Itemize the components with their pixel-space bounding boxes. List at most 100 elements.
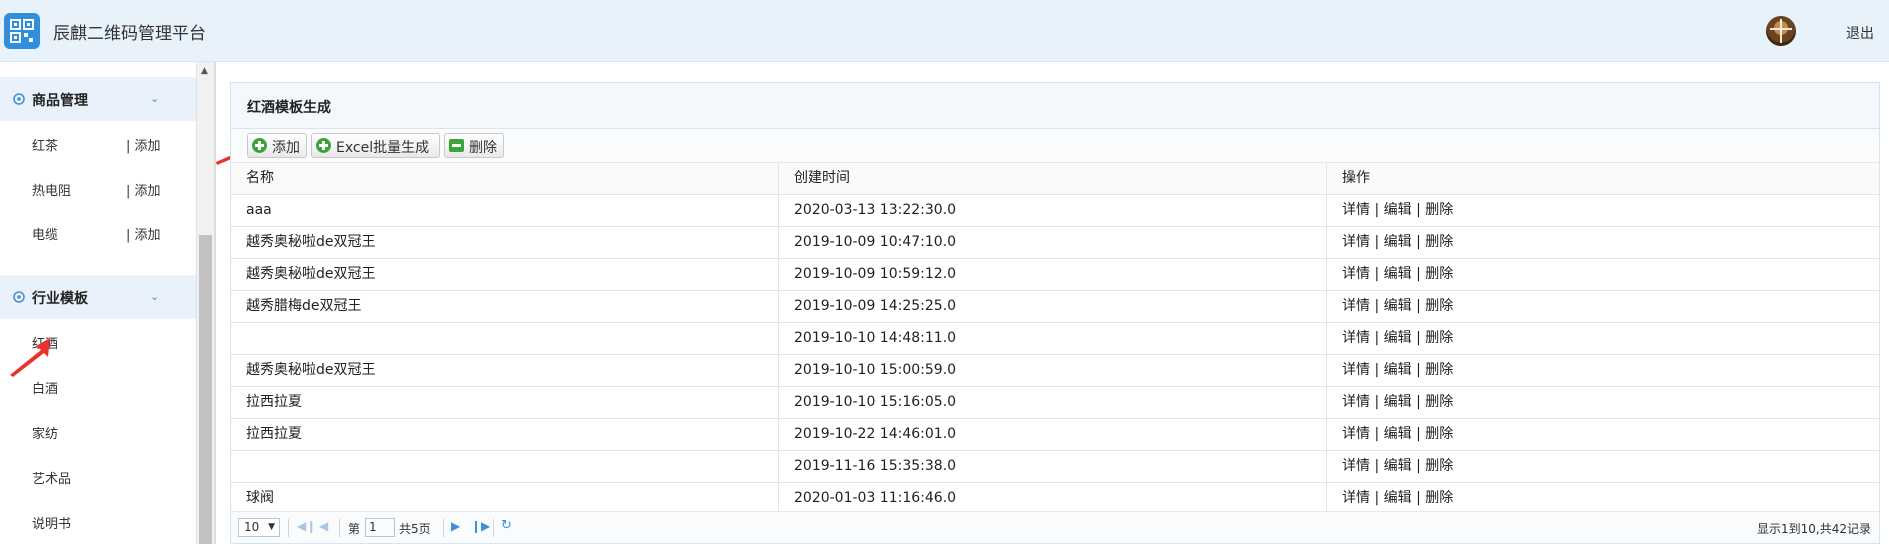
edit-link[interactable]: 编辑 — [1384, 298, 1412, 314]
edit-link[interactable]: 编辑 — [1384, 202, 1412, 218]
action-separator: | — [1374, 426, 1380, 442]
detail-link[interactable]: 详情 — [1342, 490, 1370, 506]
logout-button[interactable]: 退出 — [1846, 23, 1874, 43]
edit-link[interactable]: 编辑 — [1384, 490, 1412, 506]
sidebar-group-label: 商品管理 — [32, 93, 88, 109]
detail-link[interactable]: 详情 — [1342, 362, 1370, 378]
delete-button[interactable]: 删除 — [444, 133, 504, 158]
sidebar-scrollbar[interactable]: ▲ — [196, 62, 214, 544]
detail-link[interactable]: 详情 — [1342, 234, 1370, 250]
edit-link[interactable]: 编辑 — [1384, 234, 1412, 250]
app-title: 辰麒二维码管理平台 — [53, 24, 206, 44]
cell-name: 越秀奥秘啦de双冠王 — [231, 259, 779, 290]
delete-link[interactable]: 删除 — [1425, 394, 1453, 410]
sidebar-item-add-link[interactable]: | 添加 — [126, 135, 161, 154]
toolbar: 添加 Excel批量生成 删除 — [231, 129, 1879, 163]
scroll-up-arrow-icon[interactable]: ▲ — [201, 66, 208, 76]
action-separator: | — [1416, 266, 1421, 282]
sidebar-item-white-wine[interactable]: 白酒 — [0, 364, 196, 408]
edit-link[interactable]: 编辑 — [1384, 362, 1412, 378]
page-prefix: 第 — [348, 522, 361, 536]
sidebar-item-add-link[interactable]: | 添加 — [126, 224, 161, 243]
last-page-icon[interactable]: ❙▶ — [471, 519, 490, 533]
sidebar-item-label[interactable]: 热电阻 — [32, 180, 71, 199]
delete-link[interactable]: 删除 — [1425, 298, 1453, 314]
sidebar-item-manual[interactable]: 说明书 — [0, 499, 196, 543]
cell-actions: 详情 | 编辑 | 删除 — [1327, 227, 1879, 258]
cell-actions: 详情 | 编辑 | 删除 — [1327, 451, 1879, 482]
sidebar-item-label[interactable]: 说明书 — [32, 513, 71, 532]
table-row[interactable]: 越秀奥秘啦de双冠王 2019-10-09 10:59:12.0 详情 | 编辑 |… — [231, 259, 1879, 291]
delete-link[interactable]: 删除 — [1425, 426, 1453, 442]
table-row[interactable]: 越秀奥秘啦de双冠王 2019-10-10 15:00:59.0 详情 | 编辑 |… — [231, 355, 1879, 387]
cell-created-time: 2019-10-10 15:16:05.0 — [779, 387, 1327, 418]
detail-link[interactable]: 详情 — [1342, 202, 1370, 218]
column-header-created-time[interactable]: 创建时间 — [779, 163, 1327, 194]
sidebar-item-cable: 电缆 | 添加 — [0, 210, 196, 254]
cell-actions: 详情 | 编辑 | 删除 — [1327, 387, 1879, 418]
add-button[interactable]: 添加 — [247, 133, 307, 158]
sidebar-item-label[interactable]: 白酒 — [32, 378, 58, 397]
detail-link[interactable]: 详情 — [1342, 458, 1370, 474]
cell-created-time: 2020-01-03 11:16:46.0 — [779, 483, 1327, 514]
edit-link[interactable]: 编辑 — [1384, 266, 1412, 282]
delete-link[interactable]: 删除 — [1425, 330, 1453, 346]
table-row[interactable]: aaa 2020-03-13 13:22:30.0 详情 | 编辑 | 删除 — [231, 195, 1879, 227]
delete-link[interactable]: 删除 — [1425, 202, 1453, 218]
user-avatar[interactable] — [1766, 16, 1796, 46]
action-separator: | — [1374, 362, 1380, 378]
sidebar-item-black-tea: 红茶 | 添加 — [0, 121, 196, 165]
edit-link[interactable]: 编辑 — [1384, 394, 1412, 410]
sidebar-item-artwork[interactable]: 艺术品 — [0, 454, 196, 498]
detail-link[interactable]: 详情 — [1342, 330, 1370, 346]
prev-page-icon[interactable]: ◀ — [319, 519, 328, 533]
sidebar-item-red-wine[interactable]: 红酒 — [0, 319, 196, 363]
delete-link[interactable]: 删除 — [1425, 234, 1453, 250]
table-row[interactable]: 拉西拉夏 2019-10-10 15:16:05.0 详情 | 编辑 | 删除 — [231, 387, 1879, 419]
sidebar-item-label[interactable]: 红茶 — [32, 135, 58, 154]
chevron-down-icon: ⌄ — [150, 92, 160, 105]
sidebar-item-home-textile[interactable]: 家纺 — [0, 409, 196, 453]
refresh-icon[interactable]: ↻ — [501, 518, 512, 533]
cell-name: 越秀腊梅de双冠王 — [231, 291, 779, 322]
scrollbar-thumb[interactable] — [199, 235, 212, 544]
action-separator: | — [1374, 266, 1380, 282]
cell-created-time: 2019-10-09 10:59:12.0 — [779, 259, 1327, 290]
sidebar-item-label[interactable]: 艺术品 — [32, 468, 71, 487]
excel-batch-generate-button[interactable]: Excel批量生成 — [311, 133, 440, 158]
page-size-select[interactable]: 10 ▼ — [238, 518, 280, 537]
sidebar-group-product-management[interactable]: 商品管理 ⌄ — [0, 77, 196, 121]
table-row[interactable]: 越秀腊梅de双冠王 2019-10-09 14:25:25.0 详情 | 编辑 | … — [231, 291, 1879, 323]
sidebar-item-label[interactable]: 电缆 — [32, 224, 58, 243]
table-row[interactable]: 2019-10-10 14:48:11.0 详情 | 编辑 | 删除 — [231, 323, 1879, 355]
sidebar-item-label[interactable]: 家纺 — [32, 423, 58, 442]
gear-icon — [13, 93, 25, 105]
qr-logo-icon — [4, 13, 40, 49]
table-row[interactable]: 2019-11-16 15:35:38.0 详情 | 编辑 | 删除 — [231, 451, 1879, 483]
first-page-icon[interactable]: ◀❙ — [297, 519, 316, 533]
column-header-name[interactable]: 名称 — [231, 163, 779, 194]
sidebar-group-industry-templates[interactable]: 行业模板 ⌄ — [0, 275, 196, 319]
detail-link[interactable]: 详情 — [1342, 266, 1370, 282]
table-row[interactable]: 越秀奥秘啦de双冠王 2019-10-09 10:47:10.0 详情 | 编辑 |… — [231, 227, 1879, 259]
detail-link[interactable]: 详情 — [1342, 394, 1370, 410]
next-page-icon[interactable]: ▶ — [451, 519, 460, 533]
detail-link[interactable]: 详情 — [1342, 426, 1370, 442]
delete-link[interactable]: 删除 — [1425, 458, 1453, 474]
table-row[interactable]: 拉西拉夏 2019-10-22 14:46:01.0 详情 | 编辑 | 删除 — [231, 419, 1879, 451]
page-number-input[interactable]: 1 — [365, 518, 395, 537]
action-separator: | — [1416, 298, 1421, 314]
delete-link[interactable]: 删除 — [1425, 362, 1453, 378]
sidebar-item-label[interactable]: 红酒 — [32, 333, 58, 352]
edit-link[interactable]: 编辑 — [1384, 330, 1412, 346]
action-separator: | — [1416, 490, 1421, 506]
sidebar-item-add-link[interactable]: | 添加 — [126, 180, 161, 199]
panel-title: 红酒模板生成 — [247, 100, 331, 116]
delete-link[interactable]: 删除 — [1425, 490, 1453, 506]
delete-link[interactable]: 删除 — [1425, 266, 1453, 282]
cell-name: 拉西拉夏 — [231, 419, 779, 450]
cell-name: 越秀奥秘啦de双冠王 — [231, 355, 779, 386]
detail-link[interactable]: 详情 — [1342, 298, 1370, 314]
edit-link[interactable]: 编辑 — [1384, 458, 1412, 474]
edit-link[interactable]: 编辑 — [1384, 426, 1412, 442]
